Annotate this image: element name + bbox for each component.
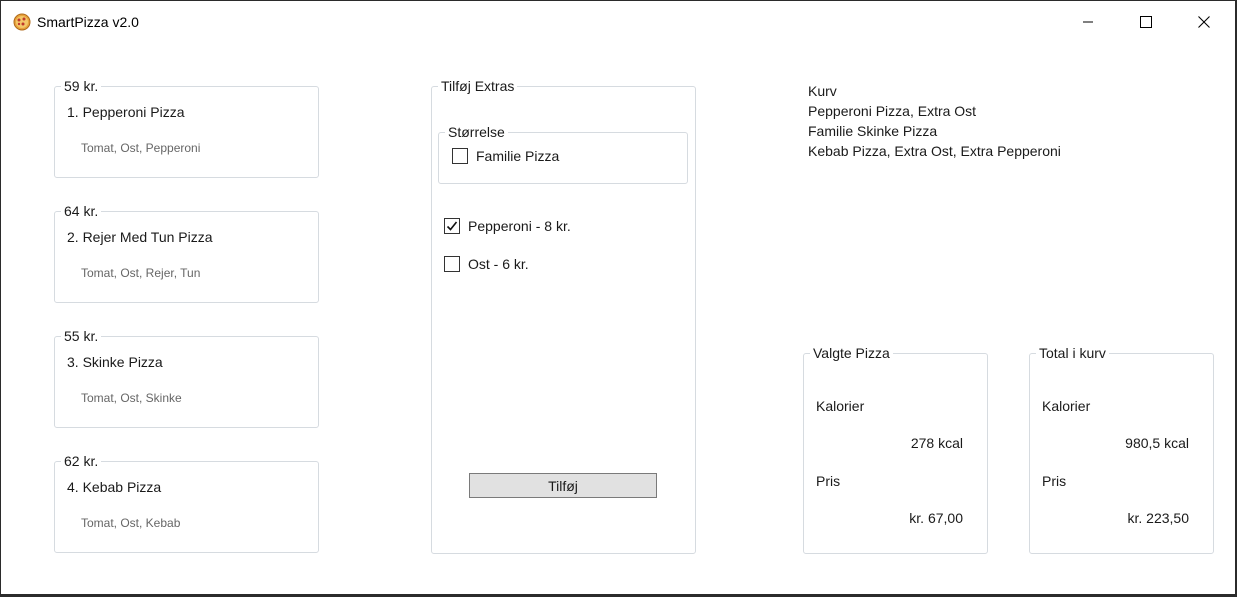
pizza-card-1[interactable]: 59 kr. 1. Pepperoni Pizza Tomat, Ost, Pe… — [54, 77, 319, 178]
close-button[interactable] — [1175, 1, 1233, 43]
cart-total-title: Total i kurv — [1036, 344, 1109, 362]
pizza-ingredients: Tomat, Ost, Kebab — [81, 516, 181, 530]
pizza-ingredients: Tomat, Ost, Pepperoni — [81, 141, 201, 155]
cart-item[interactable]: Kebab Pizza, Extra Ost, Extra Pepperoni — [808, 141, 1061, 161]
pizza-name: 1. Pepperoni Pizza — [67, 104, 185, 120]
pizza-icon — [13, 13, 31, 31]
pizza-price: 55 kr. — [61, 327, 102, 345]
cart-list: Kurv Pepperoni Pizza, Extra Ost Familie … — [808, 81, 1061, 161]
checkbox-box[interactable] — [444, 256, 460, 272]
extra-ost-checkbox[interactable]: Ost - 6 kr. — [444, 256, 529, 272]
pizza-ingredients: Tomat, Ost, Skinke — [81, 391, 182, 405]
selected-pizza-title: Valgte Pizza — [810, 344, 893, 362]
pizza-price: 59 kr. — [61, 77, 102, 95]
pizza-card-2[interactable]: 64 kr. 2. Rejer Med Tun Pizza Tomat, Ost… — [54, 202, 319, 303]
title-bar: SmartPizza v2.0 — [1, 1, 1235, 43]
minimize-button[interactable] — [1059, 1, 1117, 43]
cart-title: Kurv — [808, 83, 837, 99]
extra-ost-label: Ost - 6 kr. — [468, 256, 529, 272]
size-title: Størrelse — [445, 123, 508, 141]
pizza-price: 62 kr. — [61, 452, 102, 470]
checkbox-box[interactable] — [444, 218, 460, 234]
extras-title: Tilføj Extras — [438, 77, 518, 95]
selected-pizza-group: Valgte Pizza Kalorier 278 kcal Pris kr. … — [803, 344, 988, 554]
cart-total-group: Total i kurv Kalorier 980,5 kcal Pris kr… — [1029, 344, 1214, 554]
total-price-label: Pris — [1042, 473, 1067, 489]
pizza-name: 4. Kebab Pizza — [67, 479, 162, 495]
selected-price-value: kr. 67,00 — [909, 510, 963, 526]
extra-pepperoni-checkbox[interactable]: Pepperoni - 8 kr. — [444, 218, 571, 234]
add-to-cart-button[interactable]: Tilføj — [469, 473, 657, 498]
pizza-price: 64 kr. — [61, 202, 102, 220]
selected-calories-value: 278 kcal — [910, 435, 963, 451]
total-calories-value: 980,5 kcal — [1125, 435, 1189, 451]
minimize-icon — [1083, 21, 1093, 23]
extra-pepperoni-label: Pepperoni - 8 kr. — [468, 218, 571, 234]
pizza-ingredients: Tomat, Ost, Rejer, Tun — [81, 266, 201, 280]
pizza-card-3[interactable]: 55 kr. 3. Skinke Pizza Tomat, Ost, Skink… — [54, 327, 319, 428]
maximize-button[interactable] — [1117, 1, 1175, 43]
app-window: SmartPizza v2.0 59 kr. 1. Pepperoni Pizz… — [0, 0, 1237, 597]
pizza-name: 3. Skinke Pizza — [67, 354, 163, 370]
maximize-icon — [1140, 16, 1152, 28]
window-title: SmartPizza v2.0 — [37, 14, 139, 30]
close-icon — [1198, 16, 1210, 28]
total-calories-label: Kalorier — [1042, 398, 1091, 414]
selected-price-label: Pris — [816, 473, 841, 489]
family-pizza-label: Familie Pizza — [476, 148, 560, 164]
checkbox-box[interactable] — [452, 148, 468, 164]
cart-item[interactable]: Familie Skinke Pizza — [808, 121, 1061, 141]
total-price-value: kr. 223,50 — [1127, 510, 1190, 526]
selected-calories-label: Kalorier — [816, 398, 865, 414]
pizza-name: 2. Rejer Med Tun Pizza — [67, 229, 213, 245]
pizza-card-4[interactable]: 62 kr. 4. Kebab Pizza Tomat, Ost, Kebab — [54, 452, 319, 553]
family-pizza-checkbox[interactable]: Familie Pizza — [452, 148, 559, 164]
cart-item[interactable]: Pepperoni Pizza, Extra Ost — [808, 101, 1061, 121]
checkmark-icon — [446, 221, 458, 231]
